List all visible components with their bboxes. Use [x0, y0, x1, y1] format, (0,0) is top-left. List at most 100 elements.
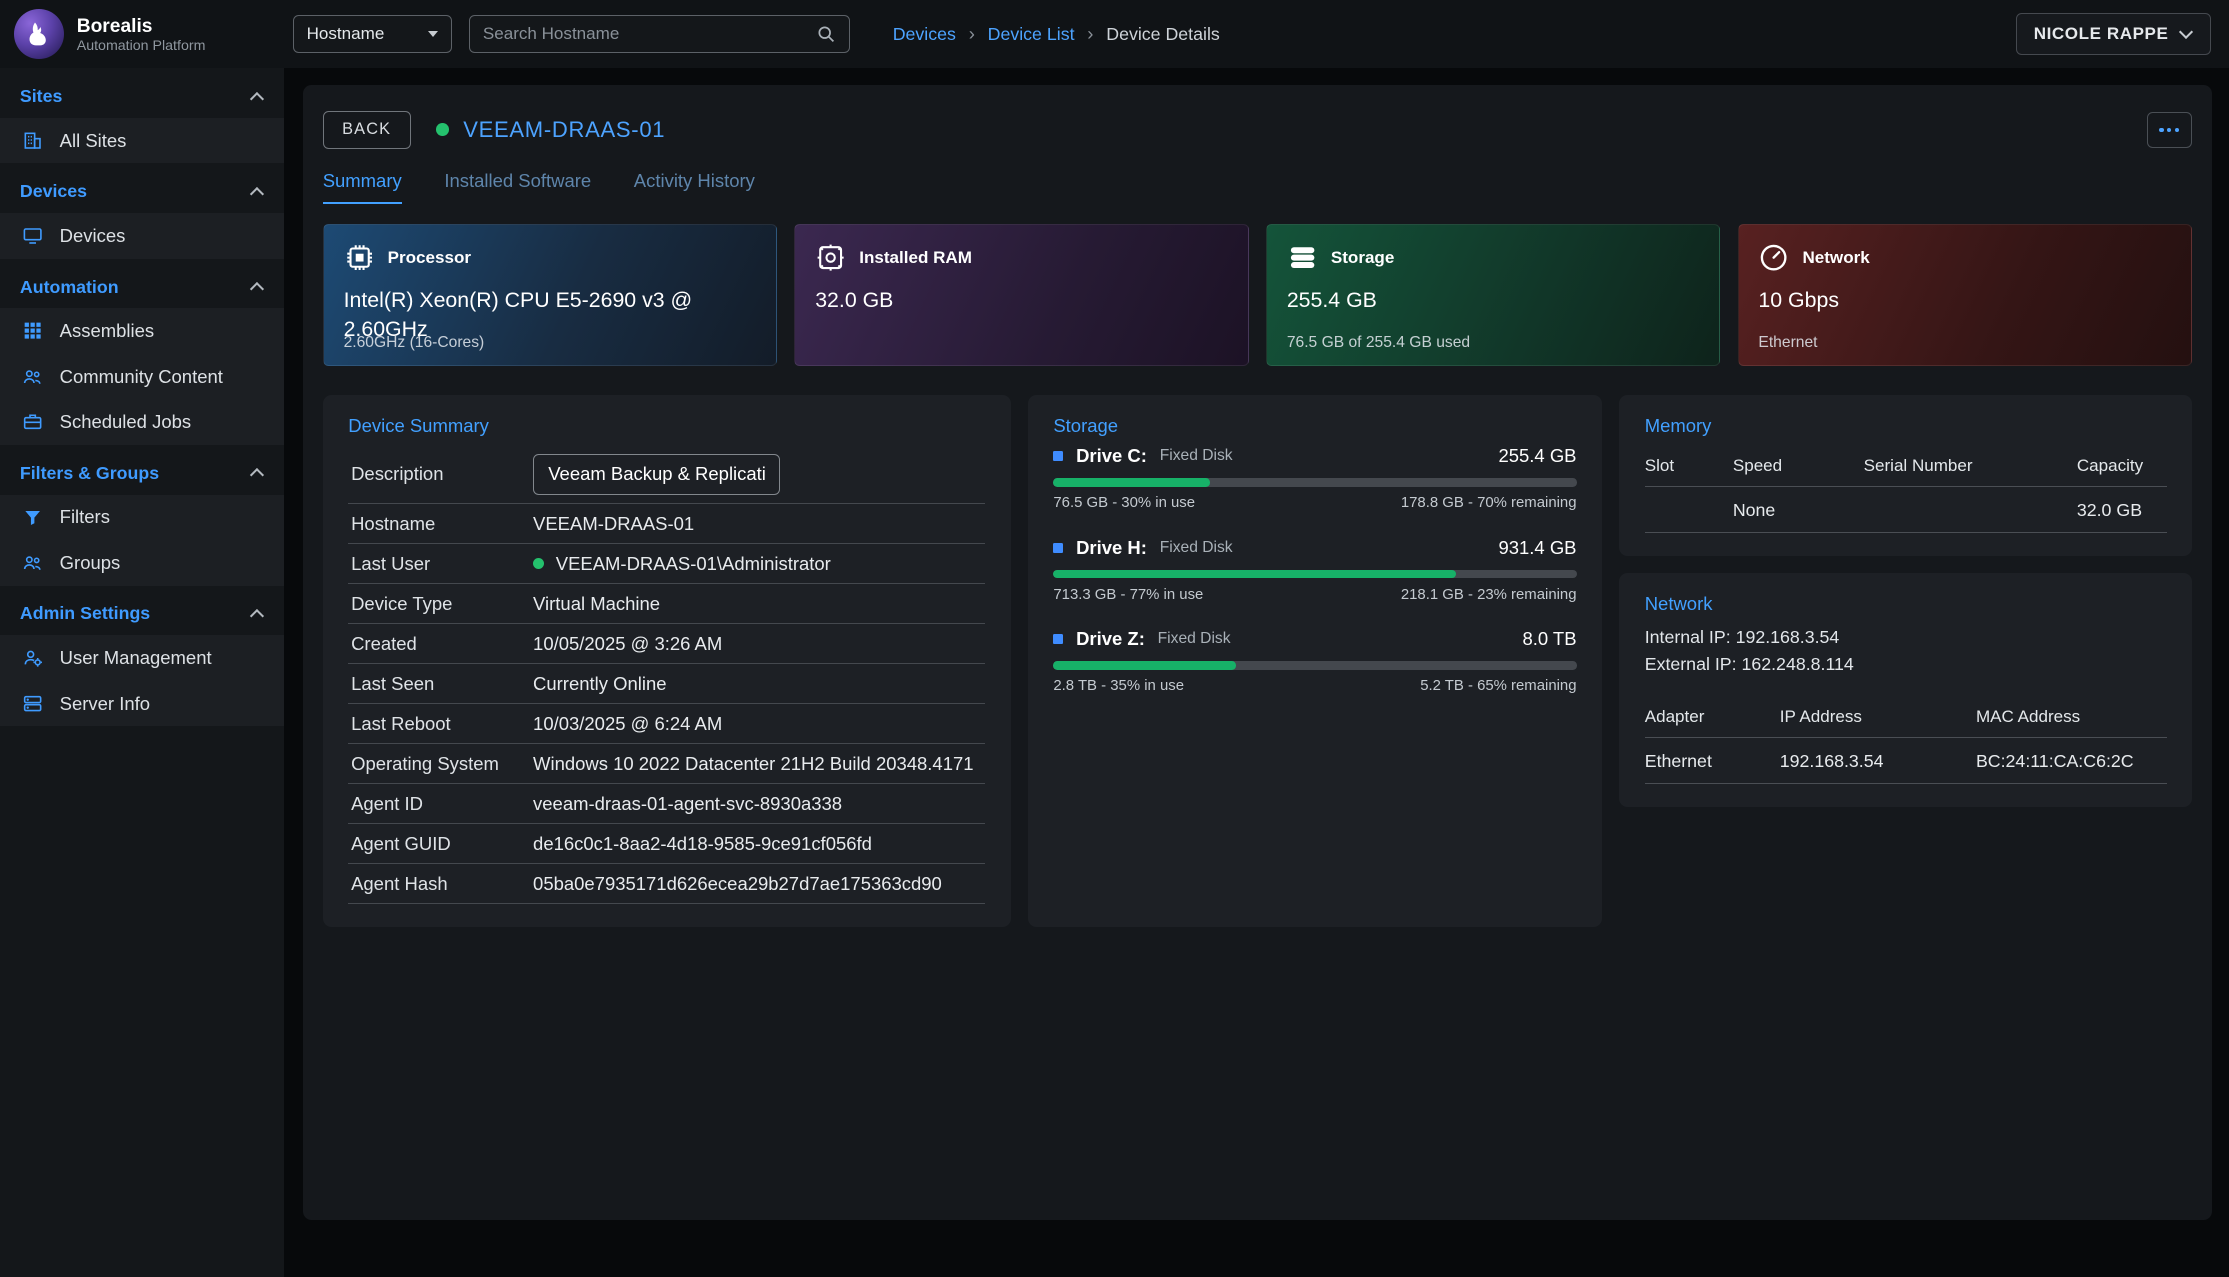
stat-card-subtitle: Ethernet [1758, 334, 1817, 352]
drive-size: 8.0 TB [1522, 628, 1576, 650]
sidebar-item-assemblies[interactable]: Assemblies [0, 308, 284, 353]
row-label: Created [351, 633, 533, 655]
sidebar-item-scheduled-jobs[interactable]: Scheduled Jobs [0, 399, 284, 444]
breadcrumb-link-device-list[interactable]: Device List [988, 24, 1075, 45]
sidebar-item-label: All Sites [60, 130, 127, 152]
sidebar-group: Assemblies Community Content Scheduled J… [0, 308, 284, 444]
stat-card-title: Processor [388, 248, 471, 268]
sidebar-item-devices[interactable]: Devices [0, 213, 284, 258]
sidebar-item-label: Filters [60, 506, 110, 528]
row-label: Agent ID [351, 793, 533, 815]
external-ip: External IP: 162.248.8.114 [1645, 651, 2167, 679]
app-root: Borealis Automation Platform Hostname De… [0, 0, 2229, 1277]
storage-panel-title: Storage [1053, 415, 1576, 437]
sidebar-item-label: Scheduled Jobs [60, 411, 191, 433]
device-details-panel: BACK VEEAM-DRAAS-01 Summary Installed So… [303, 85, 2212, 1219]
sidebar-section-header-admin-settings[interactable]: Admin Settings [0, 593, 284, 636]
drive-type: Fixed Disk [1160, 447, 1233, 465]
device-header: BACK VEEAM-DRAAS-01 [323, 111, 2192, 149]
sidebar-item-user-management[interactable]: User Management [0, 635, 284, 680]
back-button[interactable]: BACK [323, 111, 411, 149]
sidebar-section-header-devices[interactable]: Devices [0, 171, 284, 214]
network-table: Adapter IP Address MAC Address Ethernet … [1645, 696, 2167, 784]
chevron-up-icon [250, 609, 264, 623]
sidebar-item-all-sites[interactable]: All Sites [0, 118, 284, 163]
stat-card-title: Installed RAM [859, 248, 972, 268]
summary-row-last-user: Last User VEEAM-DRAAS-01\Administrator [348, 544, 985, 584]
tab-installed-software[interactable]: Installed Software [444, 170, 591, 204]
search-field-dropdown[interactable]: Hostname [293, 15, 452, 53]
device-summary-card: Device Summary Description Hostname VEEA… [323, 395, 1011, 928]
row-value: de16c0c1-8aa2-4d18-9585-9ce91cf056fd [533, 833, 872, 855]
tab-summary[interactable]: Summary [323, 170, 402, 204]
sidebar-section-header-sites[interactable]: Sites [0, 75, 284, 118]
sidebar-section-header-automation[interactable]: Automation [0, 266, 284, 309]
search-field-dropdown-value: Hostname [307, 24, 385, 44]
network-header-mac: MAC Address [1976, 696, 2167, 738]
summary-row-created: Created 10/05/2025 @ 3:26 AM [348, 624, 985, 664]
building-icon [21, 130, 44, 151]
memory-row: None 32.0 GB [1645, 487, 2167, 533]
memory-table: Slot Speed Serial Number Capacity None [1645, 445, 2167, 533]
processor-card: Processor Intel(R) Xeon(R) CPU E5-2690 v… [323, 224, 778, 366]
user-menu-button[interactable]: NICOLE RAPPE [2016, 13, 2211, 56]
breadcrumb: Devices › Device List › Device Details [893, 23, 1220, 45]
drive-bullet-icon [1053, 451, 1063, 461]
sidebar-item-server-info[interactable]: Server Info [0, 681, 284, 726]
more-actions-button[interactable] [2147, 112, 2192, 148]
sidebar-section-header-filters-groups[interactable]: Filters & Groups [0, 452, 284, 495]
brand-tagline: Automation Platform [77, 38, 206, 54]
storage-panel: Storage Drive C: Fixed Disk 255.4 GB 76.… [1028, 395, 1602, 928]
drive-bullet-icon [1053, 634, 1063, 644]
breadcrumb-link-devices[interactable]: Devices [893, 24, 956, 45]
sidebar-item-groups[interactable]: Groups [0, 540, 284, 585]
chevron-up-icon [250, 92, 264, 106]
gauge-icon [1758, 242, 1789, 273]
drive-type: Fixed Disk [1158, 630, 1231, 648]
device-name: VEEAM-DRAAS-01 [463, 117, 665, 143]
stat-card-value: 10 Gbps [1758, 286, 2145, 315]
device-tabs: Summary Installed Software Activity Hist… [323, 170, 2192, 204]
breadcrumb-separator: › [1087, 23, 1093, 45]
summary-row-description: Description [348, 445, 985, 504]
row-value: VEEAM-DRAAS-01 [533, 513, 694, 535]
sidebar: Sites All Sites Devices Devices Automati… [0, 68, 284, 1276]
search-icon[interactable] [816, 24, 836, 44]
drive-c: Drive C: Fixed Disk 255.4 GB 76.5 GB - 3… [1053, 445, 1576, 511]
chevron-up-icon [250, 187, 264, 201]
search-box [469, 15, 850, 53]
row-value: veeam-draas-01-agent-svc-8930a338 [533, 793, 842, 815]
user-gear-icon [21, 647, 44, 668]
drive-size: 931.4 GB [1498, 537, 1576, 559]
search-input[interactable] [483, 24, 817, 44]
description-input[interactable] [533, 454, 780, 495]
network-mac: BC:24:11:CA:C6:2C [1976, 738, 2167, 784]
row-label: Description [351, 463, 533, 485]
tab-activity-history[interactable]: Activity History [634, 170, 755, 204]
row-label: Last Seen [351, 673, 533, 695]
network-header-adapter: Adapter [1645, 696, 1780, 738]
network-panel: Network Internal IP: 192.168.3.54 Extern… [1619, 573, 2192, 807]
row-label: Device Type [351, 593, 533, 615]
sidebar-item-label: Groups [60, 552, 121, 574]
sidebar-section-title: Devices [20, 181, 87, 202]
stat-card-value: 32.0 GB [815, 286, 1202, 315]
sidebar-item-label: User Management [60, 647, 212, 669]
row-value: 05ba0e7935171d626ecea29b27d7ae175363cd90 [533, 873, 942, 895]
drive-bullet-icon [1053, 543, 1063, 553]
memory-panel-title: Memory [1645, 415, 2167, 437]
caret-down-icon [428, 31, 438, 37]
row-label: Agent GUID [351, 833, 533, 855]
sidebar-item-filters[interactable]: Filters [0, 495, 284, 540]
sidebar-item-label: Devices [60, 225, 126, 247]
drive-remaining-text: 178.8 GB - 70% remaining [1401, 494, 1577, 511]
user-name: NICOLE RAPPE [2034, 24, 2169, 44]
stat-card-subtitle: 76.5 GB of 255.4 GB used [1287, 334, 1470, 352]
sidebar-section-title: Automation [20, 277, 119, 298]
device-summary-title: Device Summary [348, 415, 985, 437]
drive-used-text: 713.3 GB - 77% in use [1053, 586, 1203, 603]
network-panel-title: Network [1645, 593, 2167, 615]
sidebar-group: All Sites [0, 118, 284, 163]
sidebar-group: User Management Server Info [0, 635, 284, 726]
sidebar-item-community-content[interactable]: Community Content [0, 354, 284, 399]
